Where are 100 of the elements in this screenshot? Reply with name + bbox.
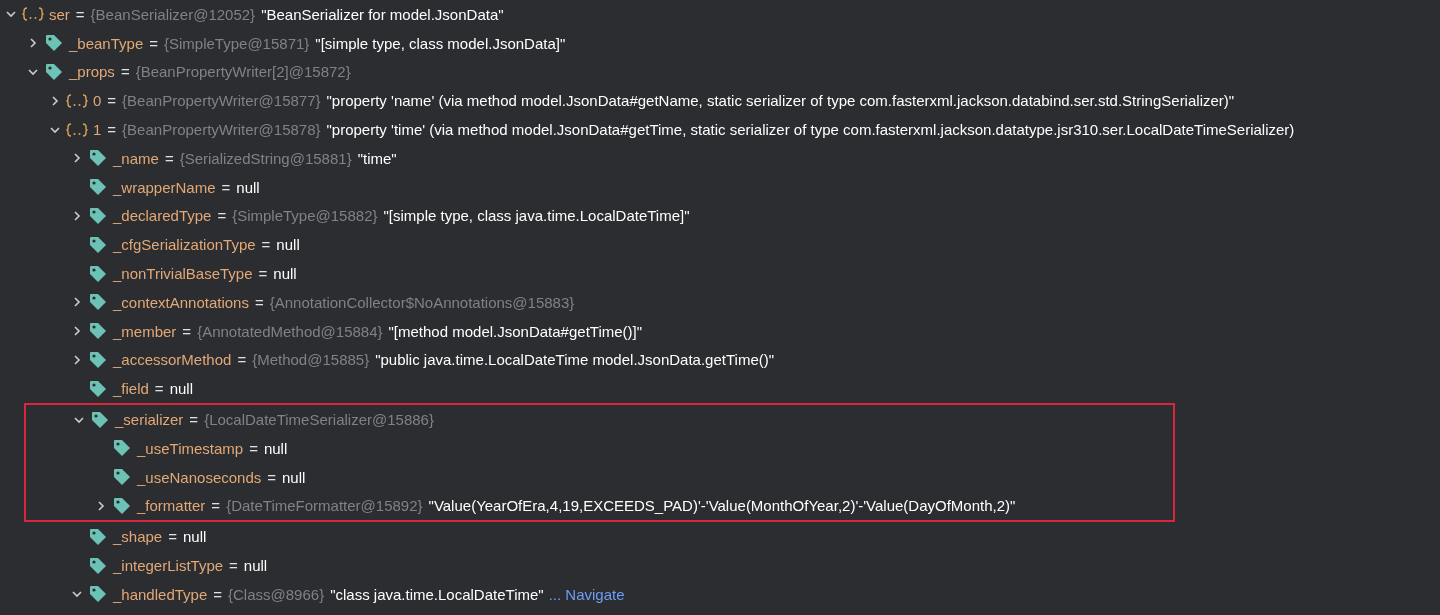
variable-name: _declaredType [113, 207, 212, 225]
variable-value: null [263, 439, 288, 457]
tag-icon [88, 263, 108, 284]
variable-name: _handledType [113, 585, 208, 603]
tag-icon [88, 148, 108, 169]
tag-icon [88, 234, 108, 255]
chevron-icon[interactable] [71, 152, 83, 165]
equals-sign: = [221, 178, 231, 196]
chevron-icon[interactable] [71, 209, 83, 222]
tag-icon [88, 292, 108, 313]
variable-name: _formatter [137, 497, 206, 515]
equals-sign: = [189, 411, 199, 429]
type-label: {DateTimeFormatter@15892} [226, 497, 423, 515]
type-label: {BeanSerializer@12052} [90, 5, 256, 23]
variable-value: null [282, 468, 306, 486]
equals-sign: = [237, 351, 247, 369]
chevron-icon[interactable] [27, 37, 39, 50]
tag-icon [88, 584, 108, 605]
chevron-icon[interactable] [95, 499, 107, 512]
equals-sign: = [149, 34, 158, 52]
variable-value: "[simple type, class model.JsonData]" [315, 34, 566, 52]
variable-value: null [169, 380, 193, 398]
tag-icon [112, 438, 132, 459]
variable-value: null [276, 236, 300, 254]
variable-name: _shape [113, 528, 163, 546]
chevron-icon[interactable] [49, 94, 61, 107]
object-icon [22, 6, 44, 23]
tag-icon [88, 177, 108, 198]
equals-sign: = [229, 557, 238, 575]
chevron-icon[interactable] [71, 353, 83, 366]
tag-icon [112, 495, 132, 516]
type-label: {BeanPropertyWriter[2]@15872} [135, 63, 351, 81]
variable-name: _serializer [115, 411, 184, 429]
tag-icon [88, 321, 108, 342]
chevron-icon[interactable] [27, 66, 39, 78]
equals-sign: = [164, 149, 174, 167]
variable-value: "class java.time.LocalDateTime" [330, 585, 544, 603]
tag-icon [44, 62, 64, 82]
type-label: {SimpleType@15882} [232, 207, 378, 225]
variable-name: _field [113, 380, 149, 398]
navigate-link[interactable]: ... Navigate [548, 585, 625, 603]
variable-value: null [183, 528, 207, 546]
equals-sign: = [217, 207, 227, 225]
equals-sign: = [261, 236, 271, 254]
variable-name: _cfgSerializationType [113, 236, 256, 254]
variable-name: _props [69, 63, 115, 81]
variable-name: _integerListType [113, 557, 224, 575]
type-label: {SerializedString@15881} [179, 149, 352, 167]
tag-icon [90, 409, 110, 430]
variable-value: "BeanSerializer for model.JsonData" [261, 5, 504, 23]
equals-sign: = [258, 265, 268, 283]
equals-sign: = [211, 497, 221, 515]
equals-sign: = [120, 63, 130, 81]
tag-icon [88, 205, 108, 226]
variable-name: _wrapperName [113, 178, 216, 196]
tag-icon [88, 526, 108, 547]
variable-value: null [243, 557, 268, 575]
equals-sign: = [154, 380, 164, 398]
object-icon [66, 121, 88, 138]
variable-value: "property 'time' (via method model.JsonData#getTime, static serializer of type com.fasterxml.jackson.datatype.jsr310.ser.LocalDateTimeSerializer) [326, 121, 1295, 139]
variable-name: 0 [93, 92, 102, 110]
tag-icon [112, 467, 132, 488]
chevron-icon[interactable] [71, 296, 83, 309]
variable-value: "[simple type, class java.time.LocalDateTime]" [383, 207, 690, 225]
equals-sign: = [107, 92, 117, 110]
variable-value: "property 'name' (via method model.JsonData#getName, static serializer of type com.fasterxml.jackson.databind.ser.std.StringSerializer)" [326, 92, 1235, 110]
variable-name: ser [49, 5, 70, 23]
type-label: {SimpleType@15871} [164, 34, 310, 52]
type-label: {Method@15885} [252, 351, 370, 369]
chevron-icon[interactable] [71, 325, 83, 338]
type-label: {BeanPropertyWriter@15877} [122, 92, 321, 110]
variable-value: null [236, 178, 260, 196]
type-label: {AnnotatedMethod@15884} [197, 322, 383, 340]
object-icon [66, 92, 88, 109]
type-label: {AnnotationCollector$NoAnnotations@15883} [269, 293, 575, 311]
variable-name: _accessorMethod [113, 351, 232, 369]
tag-icon [44, 33, 64, 54]
variable-name: _beanType [69, 34, 144, 52]
equals-sign: = [168, 528, 177, 546]
variable-value: "public java.time.LocalDateTime model.JsonData.getTime()" [375, 351, 775, 369]
tag-icon [88, 555, 108, 576]
variable-name: _contextAnnotations [113, 293, 249, 311]
variable-value: null [273, 265, 297, 283]
equals-sign: = [249, 439, 258, 457]
variable-value: "time" [357, 149, 397, 167]
variable-name: _nonTrivialBaseType [113, 265, 253, 283]
tag-icon [88, 349, 108, 370]
type-label: {Class@8966} [228, 585, 325, 603]
variable-name: _useTimestamp [137, 439, 244, 457]
variable-value: "Value(YearOfEra,4,19,EXCEEDS_PAD)'-'Value(MonthOfYear,2)'-'Value(DayOfMonth,2)" [428, 497, 1016, 515]
variable-name: _useNanoseconds [137, 468, 262, 486]
tag-icon [88, 378, 108, 399]
variable-name: 1 [93, 121, 102, 139]
equals-sign: = [107, 121, 117, 139]
variable-value: "[method model.JsonData#getTime()]" [388, 322, 643, 340]
equals-sign: = [267, 468, 277, 486]
equals-sign: = [254, 293, 264, 311]
type-label: {LocalDateTimeSerializer@15886} [204, 411, 434, 429]
equals-sign: = [75, 5, 85, 23]
type-label: {BeanPropertyWriter@15878} [122, 121, 321, 139]
